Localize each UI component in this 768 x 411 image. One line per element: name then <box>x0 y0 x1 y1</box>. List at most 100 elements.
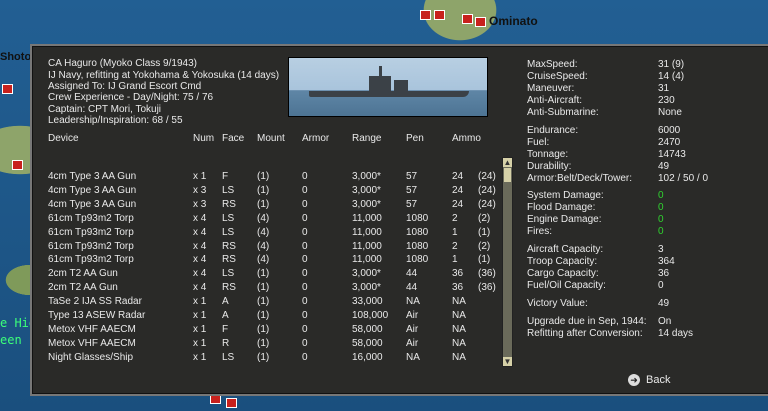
table-cell: 1080 <box>406 227 429 238</box>
stat-label: Upgrade due in Sep, 1944: <box>527 316 647 327</box>
table-cell: LS <box>222 352 235 363</box>
map-unit-icon[interactable] <box>475 17 486 27</box>
table-cell: (1) <box>257 268 270 279</box>
table-cell: F <box>222 171 229 182</box>
stat-label: Aircraft Capacity: <box>527 244 604 255</box>
stat-label: Tonnage: <box>527 149 569 160</box>
table-cell: RS <box>222 241 236 252</box>
table-cell: A <box>222 310 229 321</box>
stat-label: Fires: <box>527 226 552 237</box>
table-cell: 11,000 <box>352 213 382 224</box>
stat-label: System Damage: <box>527 190 604 201</box>
table-cell: (1) <box>257 282 270 293</box>
table-header: Face <box>222 133 245 144</box>
ship-info-line: CA Haguro (Myoko Class 9/1943) <box>48 58 197 69</box>
device-table-scrollbar[interactable]: ▲ ▼ <box>502 157 513 367</box>
stat-value: 14 (4) <box>658 71 685 82</box>
table-cell: 11,000 <box>352 241 382 252</box>
table-cell: 33,000 <box>352 296 383 307</box>
table-cell: F <box>222 324 229 335</box>
table-cell: x 3 <box>193 185 207 196</box>
back-arrow-icon: ➜ <box>628 374 640 386</box>
table-cell: 3,000* <box>352 199 381 210</box>
table-cell: NA <box>452 296 466 307</box>
stat-value: 36 <box>658 268 670 279</box>
table-cell: 57 <box>406 185 418 196</box>
map-unit-icon[interactable] <box>2 84 13 94</box>
stat-label: Troop Capacity: <box>527 256 598 267</box>
table-cell: 3,000* <box>352 171 381 182</box>
stat-value: 230 <box>658 95 675 106</box>
table-cell: 57 <box>406 199 418 210</box>
table-cell: x 4 <box>193 241 207 252</box>
table-cell: 0 <box>302 254 308 265</box>
table-cell: x 1 <box>193 171 207 182</box>
table-cell: x 4 <box>193 282 207 293</box>
table-cell: (2) <box>478 213 491 224</box>
table-cell: 36 <box>452 268 464 279</box>
table-cell: 61cm Tp93m2 Torp <box>48 241 134 252</box>
table-cell: 108,000 <box>352 310 389 321</box>
map-unit-icon[interactable] <box>226 398 237 408</box>
table-cell: 11,000 <box>352 254 382 265</box>
table-cell: 1080 <box>406 241 429 252</box>
table-header: Armor <box>302 133 330 144</box>
ship-image <box>288 57 488 117</box>
table-cell: 0 <box>302 171 308 182</box>
table-cell: (4) <box>257 213 270 224</box>
back-button[interactable]: ➜ Back <box>628 374 670 386</box>
table-header: Device <box>48 133 79 144</box>
table-header: Pen <box>406 133 424 144</box>
table-cell: 24 <box>452 199 464 210</box>
table-cell: 0 <box>302 296 308 307</box>
table-cell: (24) <box>478 199 496 210</box>
table-cell: Air <box>406 338 419 349</box>
table-cell: 1 <box>452 227 458 238</box>
table-cell: 0 <box>302 310 308 321</box>
stat-value: On <box>658 316 672 327</box>
table-cell: 58,000 <box>352 338 383 349</box>
stat-label: Fuel: <box>527 137 550 148</box>
table-cell: (4) <box>257 254 270 265</box>
stat-value: 3 <box>658 244 664 255</box>
map-unit-icon[interactable] <box>12 160 23 170</box>
stat-value: 49 <box>658 161 670 172</box>
stat-value: 364 <box>658 256 675 267</box>
table-cell: 1 <box>452 254 458 265</box>
table-cell: 2 <box>452 213 458 224</box>
scroll-up-icon[interactable]: ▲ <box>503 158 512 167</box>
table-cell: (1) <box>257 199 270 210</box>
table-cell: 0 <box>302 227 308 238</box>
stat-value: 14743 <box>658 149 686 160</box>
scroll-down-icon[interactable]: ▼ <box>503 357 512 366</box>
stat-label: Anti-Aircraft: <box>527 95 583 106</box>
stat-value: 49 <box>658 298 670 309</box>
ship-silhouette-superstructure <box>394 80 408 91</box>
table-cell: x 4 <box>193 268 207 279</box>
table-cell: 61cm Tp93m2 Torp <box>48 213 134 224</box>
map-label-ominato: Ominato <box>489 14 538 28</box>
map-unit-icon[interactable] <box>420 10 431 20</box>
table-cell: x 1 <box>193 352 207 363</box>
scroll-thumb[interactable] <box>504 168 511 182</box>
map-unit-icon[interactable] <box>434 10 445 20</box>
table-cell: 4cm Type 3 AA Gun <box>48 185 137 196</box>
map-label-een: een <box>0 333 22 347</box>
stat-label: Endurance: <box>527 125 579 136</box>
table-cell: Type 13 ASEW Radar <box>48 310 146 321</box>
table-cell: (24) <box>478 171 496 182</box>
map-unit-icon[interactable] <box>462 14 473 24</box>
table-cell: NA <box>406 296 420 307</box>
table-cell: RS <box>222 254 236 265</box>
table-cell: x 3 <box>193 199 207 210</box>
table-cell: 0 <box>302 185 308 196</box>
table-cell: 0 <box>302 241 308 252</box>
table-cell: 4cm Type 3 AA Gun <box>48 171 137 182</box>
table-header: Num <box>193 133 215 144</box>
table-cell: x 4 <box>193 227 207 238</box>
stat-value: 0 <box>658 190 664 201</box>
table-cell: 3,000* <box>352 282 381 293</box>
table-cell: x 1 <box>193 310 207 321</box>
table-cell: NA <box>406 352 420 363</box>
map-label-shoto: Shoto <box>0 51 32 63</box>
